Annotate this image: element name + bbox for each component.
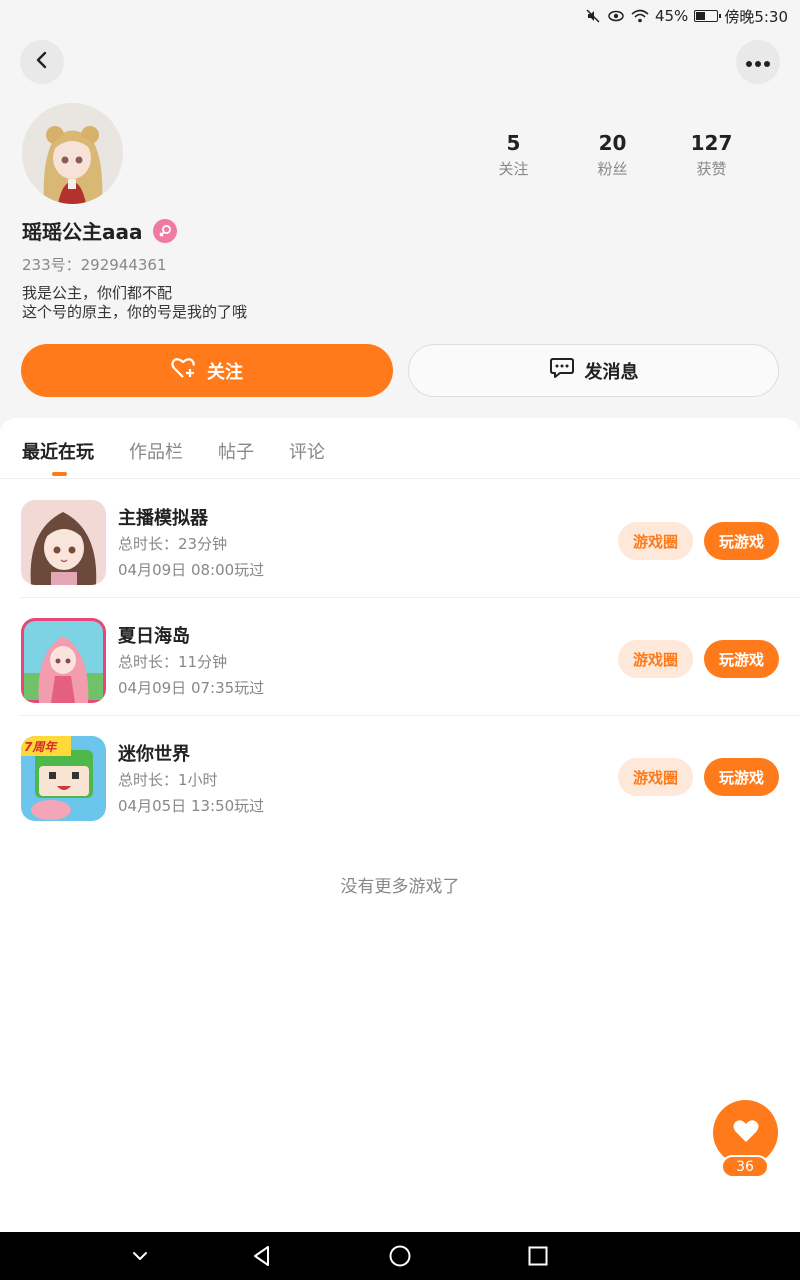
play-game-button[interactable]: 玩游戏 <box>704 522 779 560</box>
stat-followers[interactable]: 20 粉丝 <box>563 130 662 179</box>
stat-value: 127 <box>690 131 733 155</box>
heart-icon <box>732 1118 760 1148</box>
game-icon-summer-island[interactable] <box>21 618 106 703</box>
bio: 我是公主，你们都不配 这个号的原主，你的号是我的了哦 <box>22 284 247 322</box>
wifi-icon <box>631 8 649 24</box>
user-id: 233号：292944361 <box>22 256 167 274</box>
chevron-left-icon <box>32 50 52 74</box>
game-circle-button[interactable]: 游戏圈 <box>618 640 693 678</box>
heart-plus-icon <box>171 356 197 385</box>
more-button[interactable] <box>736 40 780 84</box>
game-name: 迷你世界 <box>118 744 190 765</box>
game-badge-anniversary: 7周年 <box>24 740 57 754</box>
game-icon-mini-world[interactable]: 7周年 <box>21 736 106 821</box>
stat-value: 5 <box>506 131 521 155</box>
stat-value: 20 <box>598 131 627 155</box>
battery-icon <box>694 10 722 22</box>
list-item[interactable]: 夏日海岛 总时长：11分钟 04月09日 07:35玩过 游戏圈 玩游戏 <box>0 598 800 716</box>
tab-works[interactable]: 作品栏 <box>129 438 183 464</box>
stat-label: 关注 <box>498 160 529 178</box>
play-game-button[interactable]: 玩游戏 <box>704 758 779 796</box>
system-nav-bar <box>0 1232 800 1280</box>
like-count-badge: 36 <box>721 1155 769 1178</box>
nav-recents-icon[interactable] <box>526 1244 550 1268</box>
tab-comments[interactable]: 评论 <box>289 438 325 464</box>
chevron-down-icon[interactable] <box>128 1244 152 1268</box>
stat-label: 获赞 <box>696 160 727 178</box>
game-last-played: 04月09日 08:00玩过 <box>118 561 265 579</box>
stat-likes[interactable]: 127 获赞 <box>662 130 761 179</box>
clock: 傍晚5:30 <box>724 7 788 26</box>
eye-icon <box>607 8 625 24</box>
stat-label: 粉丝 <box>597 160 628 178</box>
more-dots-icon <box>745 53 771 72</box>
game-duration: 总时长：11分钟 <box>118 653 228 671</box>
username-row: 瑶瑶公主aaa <box>22 216 177 245</box>
username: 瑶瑶公主aaa <box>22 220 143 244</box>
game-name: 主播模拟器 <box>118 508 208 529</box>
message-button[interactable]: 发消息 <box>408 344 779 397</box>
play-game-button[interactable]: 玩游戏 <box>704 640 779 678</box>
list-item[interactable]: 7周年 迷你世界 总时长：1小时 04月05日 13:50玩过 游戏圈 玩游戏 <box>0 716 800 834</box>
game-last-played: 04月05日 13:50玩过 <box>118 797 265 815</box>
female-icon <box>152 218 177 243</box>
bio-line: 这个号的原主，你的号是我的了哦 <box>22 303 248 321</box>
profile-stats: 5 关注 20 粉丝 127 获赞 <box>464 130 764 179</box>
game-name: 夏日海岛 <box>118 626 190 647</box>
nav-home-icon[interactable] <box>388 1244 412 1268</box>
content-panel: 最近在玩 作品栏 帖子 评论 主播模拟器 总时长：23分钟 04月09日 08:… <box>0 418 800 1232</box>
tab-recent-played[interactable]: 最近在玩 <box>22 438 94 464</box>
nav-back-icon[interactable] <box>250 1244 274 1268</box>
follow-button[interactable]: 关注 <box>21 344 393 397</box>
chat-bubble-icon <box>549 356 575 385</box>
list-item[interactable]: 主播模拟器 总时长：23分钟 04月09日 08:00玩过 游戏圈 玩游戏 <box>0 480 800 598</box>
avatar[interactable] <box>22 103 123 204</box>
game-circle-button[interactable]: 游戏圈 <box>618 522 693 560</box>
battery-percent: 45% <box>654 7 689 25</box>
no-more-games-text: 没有更多游戏了 <box>340 877 460 897</box>
stat-following[interactable]: 5 关注 <box>464 130 563 179</box>
mute-icon <box>585 8 601 24</box>
tab-bar: 最近在玩 作品栏 帖子 评论 <box>0 418 800 479</box>
game-duration: 总时长：23分钟 <box>118 535 228 553</box>
game-duration: 总时长：1小时 <box>118 771 218 789</box>
bio-line: 我是公主，你们都不配 <box>22 284 173 302</box>
game-last-played: 04月09日 07:35玩过 <box>118 679 265 697</box>
back-button[interactable] <box>20 40 64 84</box>
active-tab-indicator <box>52 472 67 476</box>
game-circle-button[interactable]: 游戏圈 <box>618 758 693 796</box>
follow-label: 关注 <box>207 361 243 383</box>
tab-posts[interactable]: 帖子 <box>218 438 254 464</box>
status-bar: 45% 傍晚5:30 <box>0 0 800 32</box>
game-icon-streamer-sim[interactable] <box>21 500 106 585</box>
message-label: 发消息 <box>584 361 639 383</box>
